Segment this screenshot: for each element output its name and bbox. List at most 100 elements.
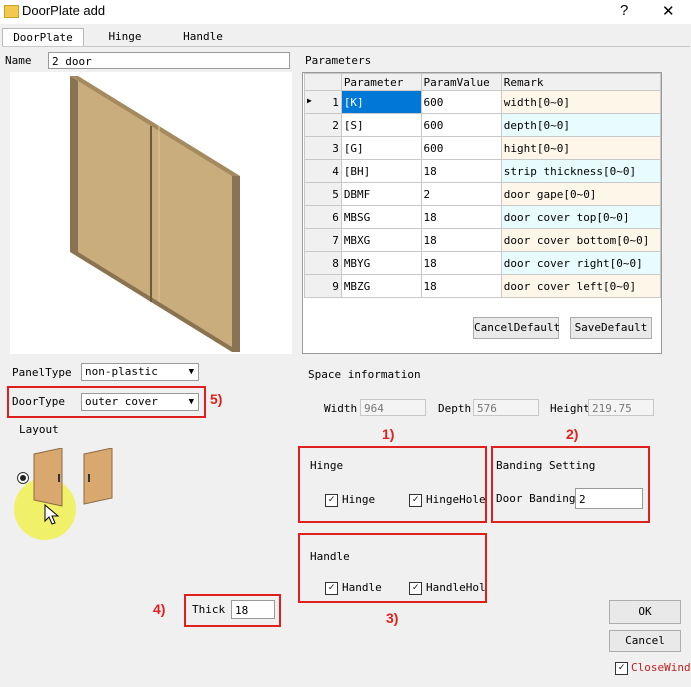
ok-button[interactable]: OK — [609, 600, 681, 624]
door-type-select[interactable]: outer cover ▼ — [81, 393, 199, 411]
handlehole-checkbox-label: HandleHol — [426, 581, 486, 594]
tab-doorplate[interactable]: DoorPlate — [2, 28, 84, 47]
hinge-highlight-box — [298, 446, 487, 523]
handle-checkbox[interactable]: ✓ — [325, 582, 338, 595]
height-label: Height — [550, 402, 590, 415]
row-index: ▶ 1 — [304, 90, 342, 114]
handlehole-checkbox[interactable]: ✓ — [409, 582, 422, 595]
remark-cell[interactable]: door cover right[0~0] — [500, 251, 662, 275]
row-pointer-icon: ▶ — [307, 95, 312, 105]
remark-cell[interactable]: depth[0~0] — [500, 113, 662, 137]
table-row[interactable]: 6 MBSG 18 door cover top[0~0] — [304, 205, 662, 229]
chevron-down-icon: ▼ — [188, 397, 194, 407]
remark-cell[interactable]: width[0~0] — [500, 90, 662, 114]
table-row[interactable]: 3 [G] 600 hight[0~0] — [304, 136, 662, 160]
col-remark: Remark — [500, 73, 662, 91]
hingehole-checkbox[interactable]: ✓ — [409, 494, 422, 507]
value-cell[interactable]: 18 — [420, 274, 502, 298]
hingehole-checkbox-label: HingeHole — [426, 493, 486, 506]
remark-cell[interactable]: strip thickness[0~0] — [500, 159, 662, 183]
table-row[interactable]: 9 MBZG 18 door cover left[0~0] — [304, 274, 662, 298]
door-type-value: outer cover — [85, 395, 158, 408]
value-cell[interactable]: 18 — [420, 159, 502, 183]
table-row[interactable]: 4 [BH] 18 strip thickness[0~0] — [304, 159, 662, 183]
table-row[interactable]: ▶ 1 [K] 600 width[0~0] — [304, 90, 662, 114]
value-cell[interactable]: 2 — [420, 182, 502, 206]
annotation-5: 5) — [210, 391, 223, 407]
remark-cell[interactable]: door cover left[0~0] — [500, 274, 662, 298]
chevron-down-icon: ▼ — [188, 367, 194, 377]
double-door-layout-icon[interactable] — [32, 448, 118, 508]
panel-type-value: non-plastic — [85, 365, 158, 378]
param-cell[interactable]: DBMF — [340, 182, 422, 206]
door-type-label: DoorType — [12, 395, 65, 408]
param-cell[interactable]: MBXG — [340, 228, 422, 252]
annotation-3: 3) — [386, 610, 399, 626]
banding-highlight-box — [491, 446, 650, 523]
cancel-default-button[interactable]: CancelDefault — [473, 317, 560, 339]
thick-input[interactable]: 18 — [231, 600, 275, 619]
thick-label: Thick — [192, 603, 226, 616]
door-banding-input[interactable]: 2 — [575, 488, 643, 509]
param-cell[interactable]: [BH] — [340, 159, 422, 183]
tab-hinge[interactable]: Hinge — [90, 28, 160, 46]
tab-handle[interactable]: Handle — [168, 28, 238, 46]
remark-cell[interactable]: hight[0~0] — [500, 136, 662, 160]
handle-group-title: Handle — [310, 550, 350, 563]
param-cell[interactable]: [G] — [340, 136, 422, 160]
title-bar: DoorPlate add ? ✕ — [0, 0, 691, 24]
value-cell[interactable]: 600 — [420, 113, 502, 137]
hinge-checkbox[interactable]: ✓ — [325, 494, 338, 507]
hinge-checkbox-label: Hinge — [342, 493, 376, 506]
banding-group-title: Banding Setting — [496, 459, 596, 472]
window-title: DoorPlate add — [22, 3, 106, 18]
annotation-4: 4) — [153, 601, 166, 617]
remark-cell[interactable]: door cover top[0~0] — [500, 205, 662, 229]
name-input[interactable]: 2 door — [48, 52, 290, 69]
param-cell[interactable]: [S] — [340, 113, 422, 137]
row-index: 6 — [304, 205, 342, 229]
value-cell[interactable]: 18 — [420, 251, 502, 275]
layout-label: Layout — [19, 423, 59, 436]
remark-cell[interactable]: door gape[0~0] — [500, 182, 662, 206]
parameters-grid[interactable]: Parameter ParamValue Remark ▶ 1 [K] 600 w… — [302, 72, 662, 354]
table-row[interactable]: 2 [S] 600 depth[0~0] — [304, 113, 662, 137]
col-parameter: Parameter — [340, 73, 422, 91]
value-cell[interactable]: 600 — [420, 90, 502, 114]
layout-radio[interactable] — [17, 472, 29, 484]
value-cell[interactable]: 600 — [420, 136, 502, 160]
value-cell[interactable]: 18 — [420, 205, 502, 229]
value-cell[interactable]: 18 — [420, 228, 502, 252]
row-index: 2 — [304, 113, 342, 137]
width-field[interactable]: 964 — [360, 399, 426, 416]
table-row[interactable]: 8 MBYG 18 door cover right[0~0] — [304, 251, 662, 275]
grid-corner — [304, 73, 342, 91]
param-cell[interactable]: MBYG — [340, 251, 422, 275]
close-window-label: CloseWindo — [631, 661, 691, 674]
cancel-button[interactable]: Cancel — [609, 630, 681, 652]
row-index: 5 — [304, 182, 342, 206]
close-window-checkbox[interactable]: ✓ — [615, 662, 628, 675]
row-index: 8 — [304, 251, 342, 275]
param-cell[interactable]: MBSG — [340, 205, 422, 229]
panel-type-select[interactable]: non-plastic ▼ — [81, 363, 199, 381]
row-index: 4 — [304, 159, 342, 183]
close-icon[interactable]: ✕ — [662, 2, 675, 20]
door-banding-label: Door Banding — [496, 492, 576, 505]
table-row[interactable]: 5 DBMF 2 door gape[0~0] — [304, 182, 662, 206]
param-cell[interactable]: [K] — [340, 90, 422, 114]
hinge-group-title: Hinge — [310, 459, 344, 472]
depth-field[interactable]: 576 — [473, 399, 539, 416]
folder-icon — [4, 5, 19, 18]
height-field[interactable]: 219.75 — [588, 399, 654, 416]
name-label: Name — [5, 54, 32, 67]
help-icon[interactable]: ? — [620, 2, 628, 19]
param-cell[interactable]: MBZG — [340, 274, 422, 298]
remark-cell[interactable]: door cover bottom[0~0] — [500, 228, 662, 252]
door-3d-image — [70, 76, 240, 352]
table-row[interactable]: 7 MBXG 18 door cover bottom[0~0] — [304, 228, 662, 252]
door-preview — [10, 72, 292, 354]
save-default-button[interactable]: SaveDefault — [570, 317, 652, 339]
handle-checkbox-label: Handle — [342, 581, 382, 594]
mouse-cursor-icon — [44, 504, 60, 525]
